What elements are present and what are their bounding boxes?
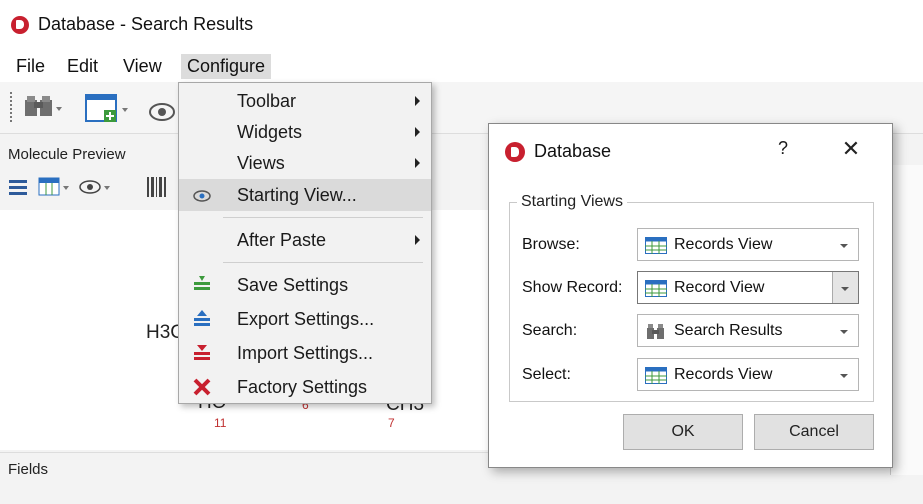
browse-label: Browse: xyxy=(522,236,580,253)
fields-label: Fields xyxy=(8,461,49,478)
menu-item-toolbar[interactable]: Toolbar xyxy=(179,85,431,117)
menu-item-label: Toolbar xyxy=(237,91,297,111)
toolbar-grip xyxy=(10,92,14,122)
menu-item-widgets[interactable]: Widgets xyxy=(179,116,431,148)
starting-view-icon xyxy=(193,190,211,202)
menu-item-label: Factory Settings xyxy=(237,377,368,397)
window-title: Database - Search Results xyxy=(38,14,254,34)
menu-edit[interactable]: Edit xyxy=(61,54,104,79)
menu-separator xyxy=(223,217,423,218)
molecule-preview-label: Molecule Preview xyxy=(8,146,126,163)
menu-view[interactable]: View xyxy=(117,54,168,79)
configure-menu: Toolbar Widgets Views Starting View... A… xyxy=(178,82,432,404)
menu-bar: File Edit View Configure xyxy=(0,48,923,82)
table-view-icon[interactable] xyxy=(38,177,72,197)
chevron-down-icon xyxy=(841,287,849,291)
submenu-arrow-icon xyxy=(415,158,420,168)
save-settings-icon xyxy=(194,276,210,290)
browse-value: Records View xyxy=(674,236,773,253)
chevron-down-icon xyxy=(840,244,848,248)
search-select[interactable]: Search Results xyxy=(637,314,859,347)
export-settings-icon xyxy=(194,310,210,326)
barcode-icon[interactable] xyxy=(146,176,168,198)
records-view-icon xyxy=(645,367,667,384)
eye-icon[interactable] xyxy=(78,178,112,196)
submenu-arrow-icon xyxy=(415,235,420,245)
menu-item-label: Export Settings... xyxy=(237,309,375,329)
dialog-title: Database xyxy=(534,141,612,161)
import-settings-icon xyxy=(194,345,210,360)
atom-number: 11 xyxy=(214,416,227,430)
app-logo-icon xyxy=(11,16,29,34)
new-window-icon[interactable] xyxy=(84,92,134,126)
menu-item-after-paste[interactable]: After Paste xyxy=(179,224,431,256)
ok-button[interactable]: OK xyxy=(623,414,743,450)
help-button[interactable]: ? xyxy=(773,138,793,159)
submenu-arrow-icon xyxy=(415,96,420,106)
menu-item-label: Save Settings xyxy=(237,275,349,295)
records-view-icon xyxy=(645,237,667,254)
cancel-button[interactable]: Cancel xyxy=(754,414,874,450)
menu-configure[interactable]: Configure xyxy=(181,54,272,79)
binoculars-icon xyxy=(647,324,664,339)
menu-item-save-settings[interactable]: Save Settings xyxy=(179,269,431,301)
atom-number: 7 xyxy=(388,416,395,430)
menu-item-factory-settings[interactable]: Factory Settings xyxy=(179,371,431,403)
dialog-logo-icon xyxy=(505,142,525,162)
hamburger-menu-icon[interactable] xyxy=(9,178,29,196)
right-panel-edge xyxy=(890,165,923,475)
database-dialog: Database ? ✕ Starting Views Browse: Reco… xyxy=(488,123,893,468)
select-label: Select: xyxy=(522,366,571,383)
show-record-select[interactable]: Record View xyxy=(637,271,859,304)
menu-separator xyxy=(223,262,423,263)
chevron-down-icon xyxy=(840,330,848,334)
select-value: Records View xyxy=(674,366,773,383)
search-label: Search: xyxy=(522,322,578,339)
menu-item-import-settings[interactable]: Import Settings... xyxy=(179,337,431,369)
select-select[interactable]: Records View xyxy=(637,358,859,391)
starting-view-toolbar-icon[interactable] xyxy=(148,98,178,124)
chevron-down-icon xyxy=(840,374,848,378)
show-record-value: Record View xyxy=(674,279,765,296)
menu-file[interactable]: File xyxy=(10,54,51,79)
factory-settings-icon xyxy=(193,378,211,396)
menu-item-views[interactable]: Views xyxy=(179,147,431,179)
menu-item-label: Import Settings... xyxy=(237,343,374,363)
menu-item-label: Views xyxy=(237,153,285,173)
menu-item-export-settings[interactable]: Export Settings... xyxy=(179,303,431,335)
fields-panel: Fields xyxy=(0,452,560,504)
search-value: Search Results xyxy=(674,322,783,339)
browse-select[interactable]: Records View xyxy=(637,228,859,261)
menu-item-label: Starting View... xyxy=(237,185,357,205)
submenu-arrow-icon xyxy=(415,127,420,137)
menu-item-label: Widgets xyxy=(237,122,303,142)
records-view-icon xyxy=(645,280,667,297)
binoculars-icon[interactable] xyxy=(22,92,62,122)
title-bar: Database - Search Results xyxy=(0,0,923,48)
group-title: Starting Views xyxy=(517,193,627,211)
menu-item-starting-view[interactable]: Starting View... xyxy=(179,179,431,211)
menu-item-label: After Paste xyxy=(237,230,327,250)
show-record-label: Show Record: xyxy=(522,279,623,296)
close-button[interactable]: ✕ xyxy=(839,136,863,162)
